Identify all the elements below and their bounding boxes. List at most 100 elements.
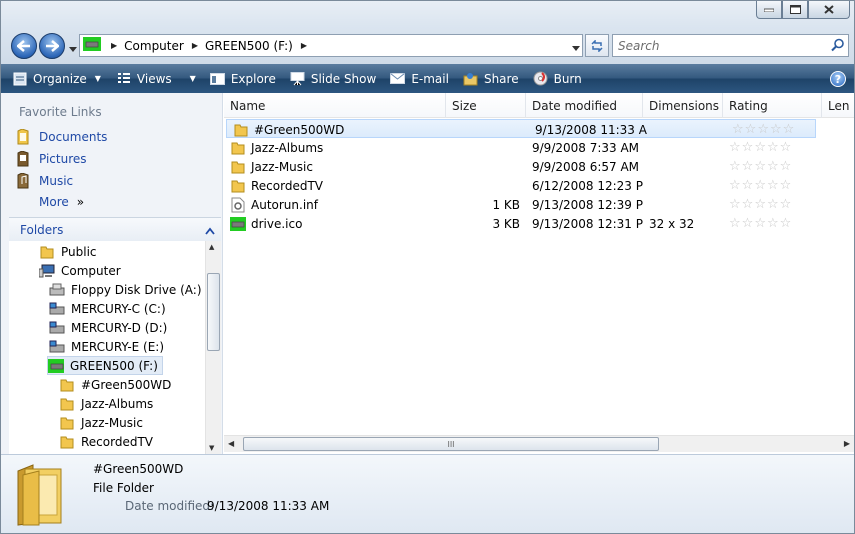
favorite-links-header: Favorite Links [19, 105, 102, 119]
folders-label: Folders [20, 222, 64, 237]
favorite-documents[interactable]: Documents [15, 129, 107, 145]
file-row[interactable]: RecordedTV 6/12/2008 12:23 PM ☆ ☆ ☆ ☆ ☆ [224, 176, 854, 195]
back-arrow-icon [17, 40, 30, 52]
scroll-down-icon[interactable]: ▼ [209, 444, 214, 452]
file-dimensions [649, 138, 729, 157]
share-label: Share [483, 71, 519, 86]
tree-item-mercury-e[interactable]: MERCURY-E (E:) [49, 337, 164, 356]
scroll-up-icon[interactable]: ▲ [209, 243, 214, 251]
floppy-icon [49, 282, 65, 298]
folder-icon [59, 396, 75, 412]
star-icon: ☆ [741, 140, 754, 155]
star-icon: ☆ [779, 178, 792, 193]
star-icon: ☆ [729, 216, 741, 231]
tree-item-jazz-albums[interactable]: Jazz-Albums [59, 394, 153, 413]
file-dimensions: 32 x 32 [649, 216, 695, 231]
explore-button[interactable]: Explore [204, 64, 282, 93]
rating-stars[interactable]: ☆ ☆ ☆ ☆ ☆ [729, 214, 819, 233]
folders-header[interactable]: Folders [9, 217, 221, 241]
tree-item-computer[interactable]: Computer [39, 261, 121, 280]
refresh-button[interactable] [585, 34, 609, 57]
star-icon: ☆ [729, 178, 741, 193]
rating-stars[interactable]: ☆ ☆ ☆ ☆ ☆ [729, 157, 819, 176]
scroll-right-icon[interactable]: ▶ [844, 439, 850, 448]
share-button[interactable]: Share [457, 64, 525, 93]
tree-item-green500[interactable]: GREEN500 (F:) [47, 356, 163, 375]
window-controls [756, 1, 850, 19]
minimize-icon [764, 8, 774, 12]
breadcrumb-separator-icon[interactable]: ▶ [301, 41, 307, 50]
breadcrumb-green500[interactable]: GREEN500 (F:) [205, 39, 293, 53]
tree-item-floppy[interactable]: Floppy Disk Drive (A:) [49, 280, 202, 299]
tree-item-mercury-d[interactable]: MERCURY-D (D:) [49, 318, 167, 337]
rating-stars[interactable]: ☆ ☆ ☆ ☆ ☆ [732, 120, 822, 139]
star-icon: ☆ [754, 216, 766, 231]
file-date: 9/13/2008 12:39 PM [532, 197, 644, 212]
tree-item-green500wd[interactable]: #Green500WD [59, 375, 171, 394]
burn-button[interactable]: Burn [527, 64, 588, 93]
help-button[interactable]: ? [830, 71, 846, 87]
favorite-more[interactable]: More » [39, 195, 84, 209]
column-name[interactable]: Name [224, 93, 446, 118]
forward-button[interactable] [39, 33, 65, 59]
favorite-pictures[interactable]: Pictures [15, 151, 87, 167]
tree-item-jazz-music[interactable]: Jazz-Music [59, 413, 143, 432]
column-date-modified[interactable]: Date modified [526, 93, 643, 118]
tree-item-public[interactable]: Public [39, 242, 97, 261]
breadcrumb-separator-icon[interactable]: ▶ [111, 41, 117, 50]
search-input[interactable] [613, 35, 823, 56]
file-row[interactable]: drive.ico 3 KB 9/13/2008 12:31 PM 32 x 3… [224, 214, 854, 233]
favorite-music[interactable]: Music [15, 173, 73, 189]
star-icon: ☆ [744, 122, 757, 137]
column-dimensions[interactable]: Dimensions [643, 93, 723, 118]
breadcrumb-separator-icon[interactable]: ▶ [192, 41, 198, 50]
close-icon [824, 5, 834, 14]
file-row[interactable]: Jazz-Music 9/9/2008 6:57 AM ☆ ☆ ☆ ☆ ☆ [224, 157, 854, 176]
address-dropdown-button[interactable] [572, 41, 580, 55]
address-bar[interactable]: ▶ Computer ▶ GREEN500 (F:) ▶ [79, 34, 583, 57]
column-headers: Name Size Date modified Dimensions Ratin… [224, 93, 854, 118]
file-row[interactable]: #Green500WD 9/13/2008 11:33 A... ☆ ☆ ☆ ☆ ☆ [226, 119, 816, 138]
search-box[interactable] [612, 34, 849, 57]
file-name: Autorun.inf [251, 197, 318, 212]
back-button[interactable] [11, 33, 37, 59]
tree-item-recordedtv[interactable]: RecordedTV [59, 432, 153, 451]
star-icon: ☆ [782, 122, 795, 137]
slideshow-button[interactable]: Slide Show [284, 64, 382, 93]
breadcrumb-computer[interactable]: Computer [124, 39, 184, 53]
tree-scroll-thumb[interactable] [207, 273, 220, 351]
search-icon[interactable] [831, 38, 845, 55]
column-length[interactable]: Len [822, 93, 854, 118]
file-name: Jazz-Albums [251, 140, 324, 155]
email-button[interactable]: E-mail [384, 64, 455, 93]
column-size[interactable]: Size [446, 93, 526, 118]
file-size [446, 176, 520, 195]
navigation-pane: Favorite Links Documents Pictures Music … [1, 93, 223, 454]
minimize-button[interactable] [756, 1, 782, 19]
tree-item-mercury-c[interactable]: MERCURY-C (C:) [49, 299, 166, 318]
organize-icon [13, 72, 27, 86]
folder-icon [39, 244, 55, 260]
burn-label: Burn [553, 71, 582, 86]
close-button[interactable] [808, 1, 850, 19]
organize-button[interactable]: Organize ▼ [7, 64, 107, 93]
file-row[interactable]: Autorun.inf 1 KB 9/13/2008 12:39 PM ☆ ☆ ☆ ☆… [224, 195, 854, 214]
star-icon: ☆ [766, 197, 779, 212]
scroll-left-icon[interactable]: ◀ [228, 439, 234, 448]
file-name: #Green500WD [254, 122, 345, 137]
maximize-button[interactable] [782, 1, 808, 19]
column-rating[interactable]: Rating [723, 93, 822, 118]
rating-stars[interactable]: ☆ ☆ ☆ ☆ ☆ [729, 195, 819, 214]
hscroll-thumb[interactable]: III [243, 437, 659, 451]
file-size: 3 KB [492, 216, 520, 231]
breadcrumb: ▶ Computer ▶ GREEN500 (F:) ▶ [107, 39, 314, 53]
chevron-down-icon [572, 46, 580, 51]
tree-scrollbar[interactable]: ▲ ▼ [205, 241, 221, 454]
views-button[interactable]: Views ▼ [111, 64, 202, 93]
rating-stars[interactable]: ☆ ☆ ☆ ☆ ☆ [729, 176, 819, 195]
rating-stars[interactable]: ☆ ☆ ☆ ☆ ☆ [729, 138, 819, 157]
file-list-hscrollbar[interactable]: ◀ III ▶ [224, 435, 854, 452]
recent-pages-dropdown[interactable] [69, 42, 77, 56]
file-row[interactable]: Jazz-Albums 9/9/2008 7:33 AM ☆ ☆ ☆ ☆ ☆ [224, 138, 854, 157]
double-chevron-icon: » [76, 195, 85, 209]
